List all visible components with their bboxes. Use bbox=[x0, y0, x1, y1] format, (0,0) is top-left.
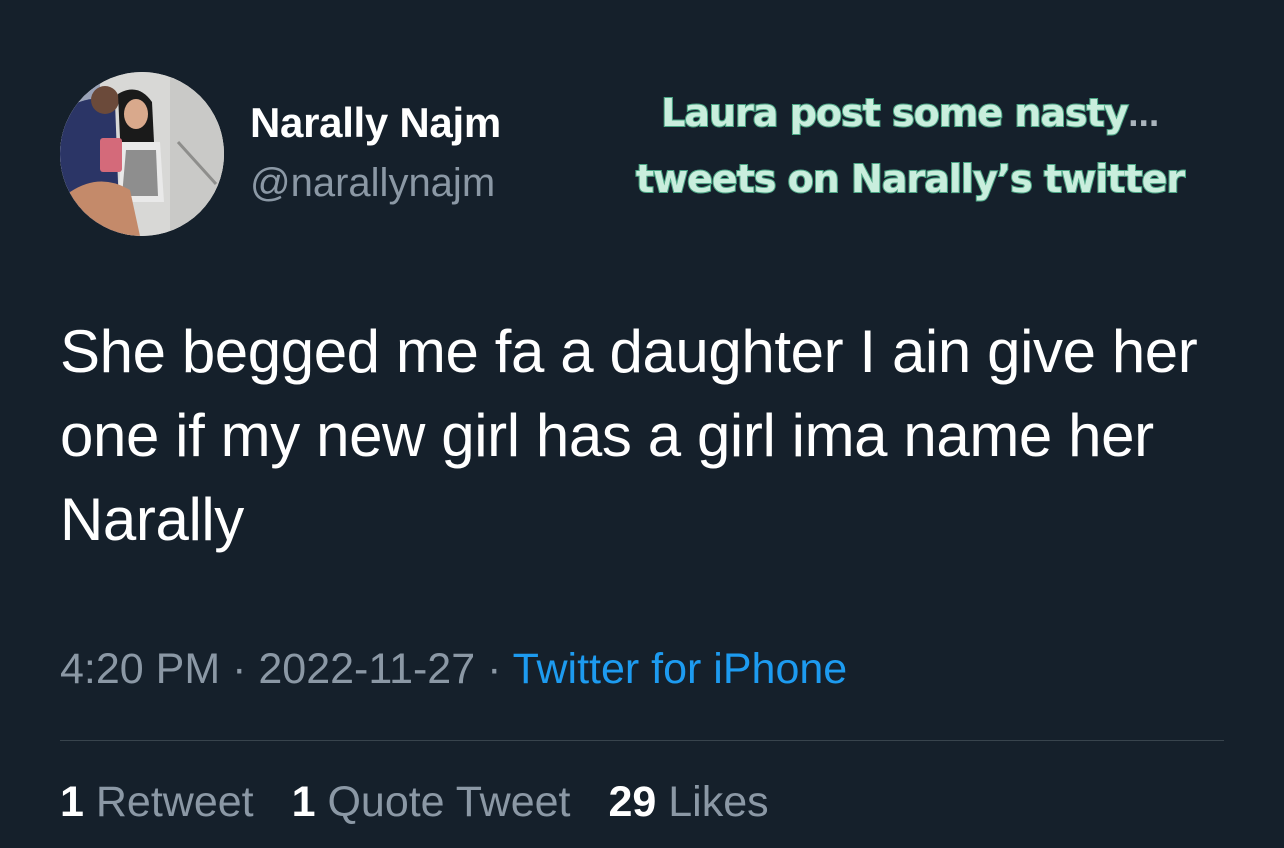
tweet-date[interactable]: 2022-11-27 bbox=[258, 645, 475, 693]
profile-avatar[interactable] bbox=[60, 72, 224, 236]
likes-label: Likes bbox=[668, 778, 769, 826]
quote-tweets-label: Quote Tweet bbox=[327, 778, 571, 826]
tweet-meta: 4:20 PM · 2022-11-27 · Twitter for iPhon… bbox=[60, 645, 847, 694]
author-display-name[interactable]: Narally Najm bbox=[250, 99, 501, 147]
stats-divider bbox=[60, 740, 1224, 741]
overlay-caption: Laura post some nasty... tweets on Naral… bbox=[585, 82, 1235, 210]
meta-separator: · bbox=[232, 645, 247, 693]
meta-separator: · bbox=[487, 645, 502, 693]
author-handle[interactable]: @narallynajm bbox=[250, 161, 495, 206]
tweet-source-link[interactable]: Twitter for iPhone bbox=[513, 645, 848, 693]
overlay-caption-line-1-text: Laura post some nasty bbox=[660, 90, 1129, 136]
quote-tweets-count: 1 bbox=[291, 778, 316, 826]
retweets-count: 1 bbox=[60, 778, 84, 826]
profile-photo bbox=[60, 72, 224, 236]
overlay-caption-line-1: Laura post some nasty... bbox=[585, 82, 1235, 148]
tweet-text: She begged me fa a daughter I ain give h… bbox=[60, 318, 1198, 553]
likes-stat[interactable]: 29 Likes bbox=[608, 778, 768, 826]
quote-tweets-stat[interactable]: 1 Quote Tweet bbox=[292, 778, 571, 826]
tweet-time[interactable]: 4:20 PM bbox=[60, 645, 220, 693]
overlay-caption-ellipsis: ... bbox=[1127, 99, 1160, 134]
retweets-label: Retweet bbox=[95, 778, 254, 826]
overlay-caption-line-2: tweets on Narally’s twitter bbox=[635, 156, 1186, 202]
retweets-stat[interactable]: 1 Retweet bbox=[60, 778, 254, 826]
tweet-stats: 1 Retweet 1 Quote Tweet 29 Likes bbox=[60, 778, 795, 827]
likes-count: 29 bbox=[608, 778, 657, 826]
